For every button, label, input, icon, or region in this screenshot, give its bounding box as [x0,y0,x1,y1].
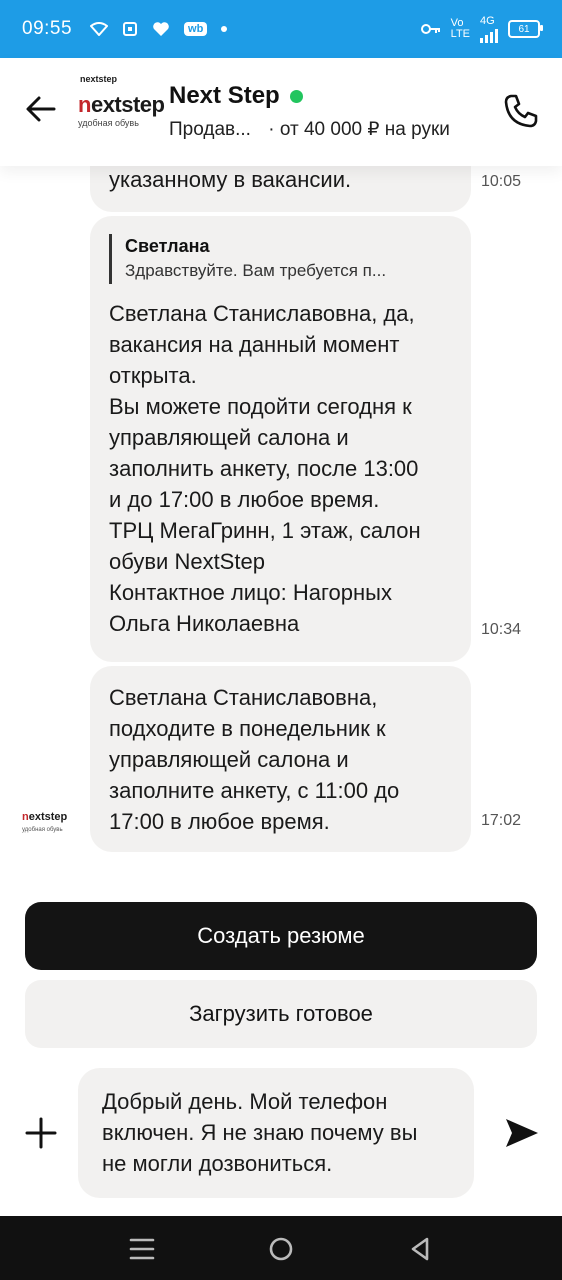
upload-resume-button[interactable]: Загрузить готовое [25,980,537,1048]
system-nav-bar [0,1216,562,1280]
screenshot-icon [123,22,138,36]
action-buttons: Создать резюме Загрузить готовое [0,876,562,1066]
signal-icon [480,27,498,43]
status-left-icons: wb [90,21,228,37]
message-bubble[interactable]: Светлана Здравствуйте. Вам требуется п..… [90,216,471,662]
message-time: 17:02 [481,812,522,829]
company-logo[interactable]: nextstep nextstep удобная обувь [78,72,165,152]
chat-header: nextstep nextstep удобная обувь Next Ste… [0,58,562,166]
reply-quote[interactable]: Светлана Здравствуйте. Вам требуется п..… [109,234,453,284]
company-name: Next Step [169,82,280,109]
sender-avatar: nextstep удобная обувь [22,811,68,834]
message-input[interactable]: Добрый день. Мой телефон включен. Я не з… [78,1068,474,1198]
vacancy-salary: · от 40 000 ₽ на руки [268,119,450,140]
menu-icon[interactable] [127,1234,157,1264]
wifi-call-icon [90,22,109,36]
signal-group: 4G [480,14,498,43]
status-right-icons: Vo LTE 4G 61 [420,14,543,43]
online-status-dot [289,89,303,103]
status-time: 09:55 [22,18,73,39]
status-bar: 09:55 wb Vo LTE 4G 61 [0,0,562,58]
notification-dot [221,26,228,32]
message-bubble[interactable]: указанному в вакансии. [90,166,471,212]
quote-author: Светлана [125,236,210,256]
vacancy-subtitle[interactable]: Продав... · от 40 000 ₽ на руки [169,118,450,141]
message-composer: Добрый день. Мой телефон включен. Я не з… [0,1066,562,1216]
send-icon[interactable] [504,1116,540,1150]
message-text: Светлана Станиславовна, подходите в поне… [109,685,400,834]
vacancy-position: Продав... [169,119,251,140]
key-icon [420,24,440,34]
home-icon[interactable] [266,1234,296,1264]
back-triangle-icon[interactable] [405,1234,435,1264]
back-arrow-icon[interactable] [24,92,58,126]
message-time: 10:05 [481,173,522,190]
message-text: Светлана Станиславовна, да, вакансия на … [109,301,421,636]
logo-brand-small: nextstep [80,74,118,84]
message-text: указанному в вакансии. [109,167,352,192]
network-type: 4G [480,14,495,27]
quote-text: Здравствуйте. Вам требуется п... [125,261,387,280]
phone-icon[interactable] [502,92,540,130]
create-resume-button[interactable]: Создать резюме [25,902,537,970]
heart-icon [153,22,169,36]
chat-title[interactable]: Next Step [169,82,303,110]
message-bubble[interactable]: Светлана Станиславовна, подходите в поне… [90,666,471,852]
battery-icon: 61 [508,20,543,38]
message-time: 10:34 [481,621,522,638]
wb-app-icon: wb [184,22,208,36]
logo-sub: удобная обувь [78,118,139,128]
logo-brand: nextstep [78,92,165,117]
volte-indicator: Vo LTE [450,17,470,40]
plus-icon[interactable] [24,1116,58,1150]
chat-messages[interactable]: указанному в вакансии. 10:05 Светлана Зд… [0,166,562,876]
